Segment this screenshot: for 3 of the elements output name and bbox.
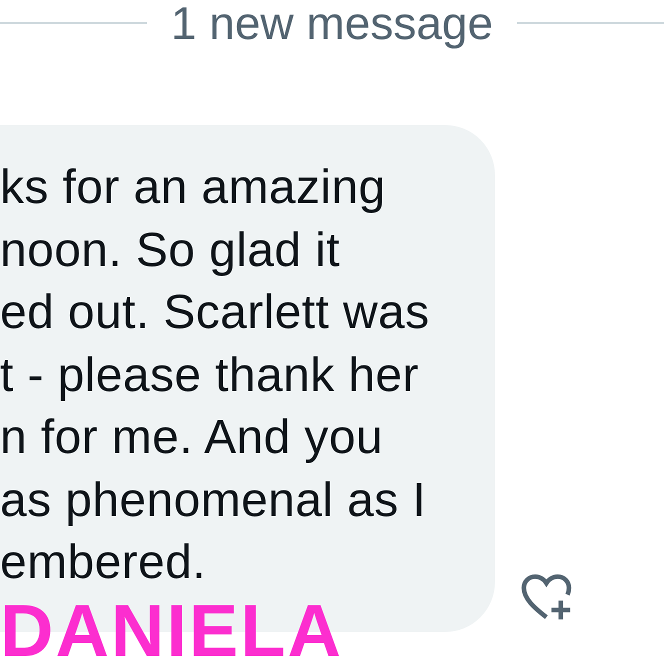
new-messages-label: 1 new message [170, 0, 494, 46]
name-caption: DANIELA [0, 600, 343, 663]
message-text: ks for an amazing noon. So glad it ed out. Scarlett was t - please thank her n for me. And you as phenomenal as I embered. [0, 160, 431, 591]
